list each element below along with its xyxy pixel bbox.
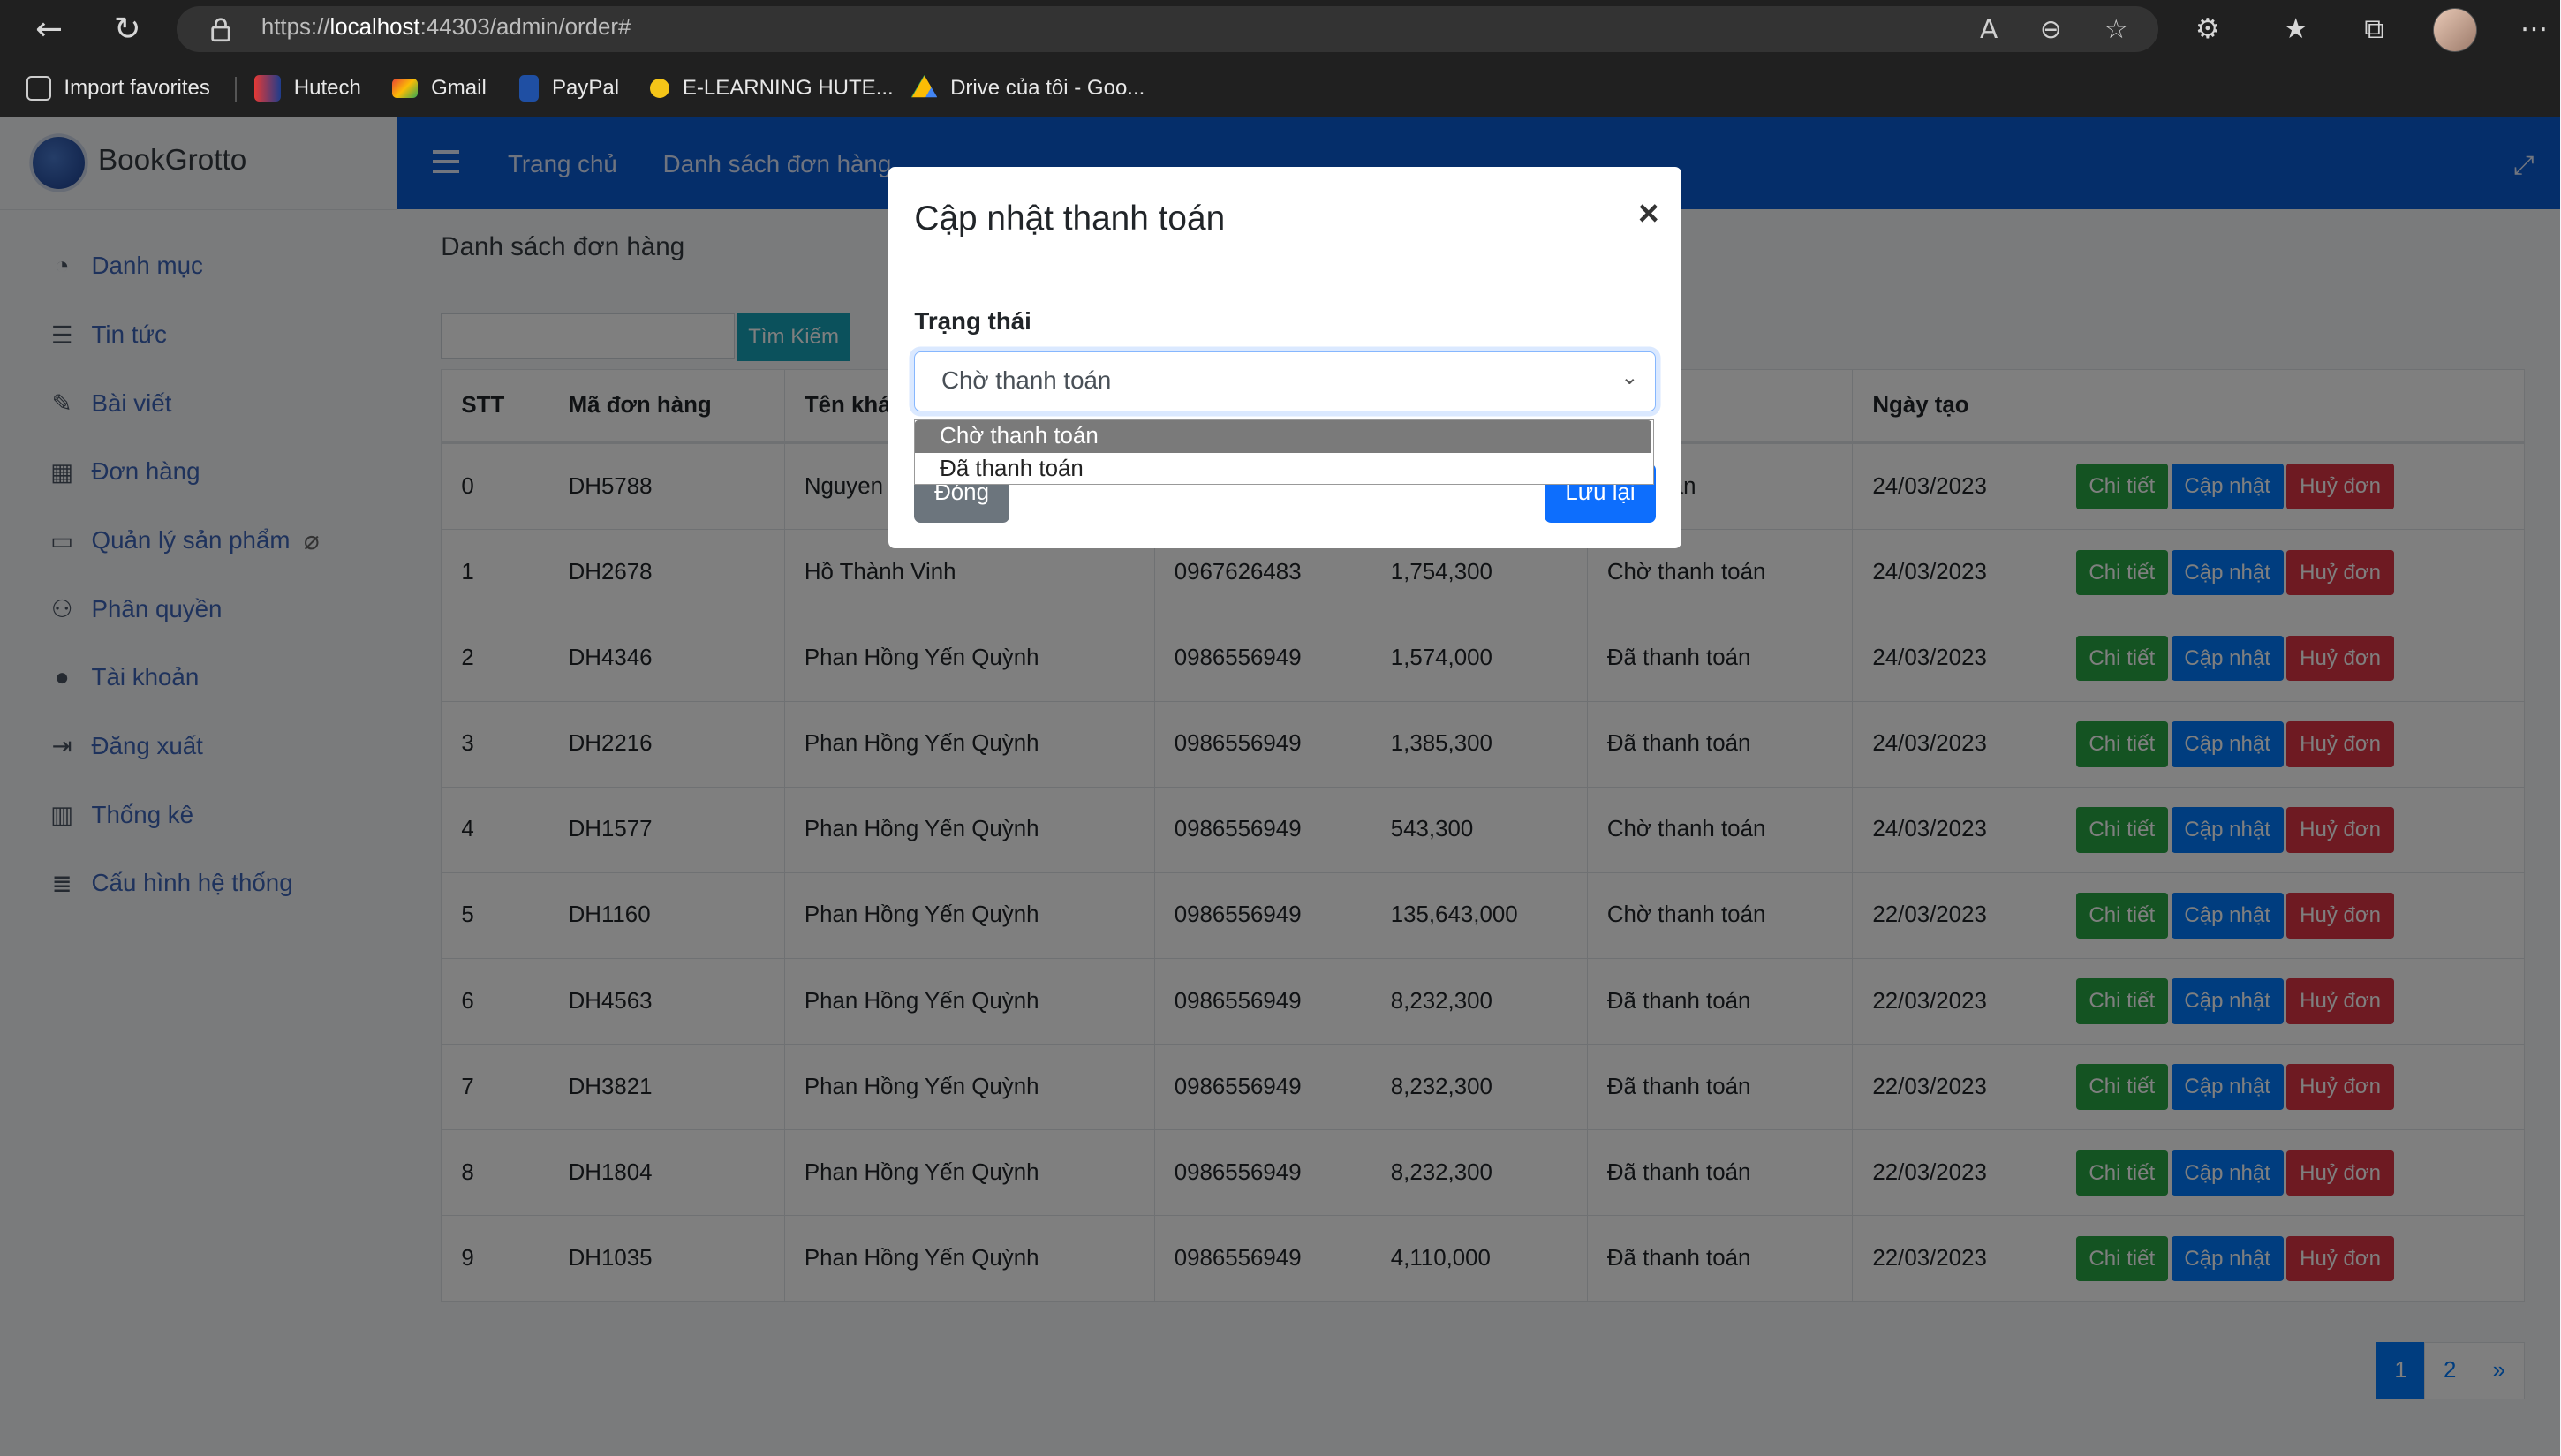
status-select[interactable]: Chờ thanh toán ⌄ (914, 351, 1656, 411)
refresh-icon[interactable]: ↻ (108, 10, 147, 49)
profile-avatar[interactable] (2433, 8, 2478, 53)
bookmarks-bar: Import favorites Hutech Gmail PayPal E-L… (0, 58, 2561, 119)
bookmark-gmail[interactable]: Gmail (391, 73, 487, 102)
elearning-icon (649, 78, 670, 98)
lock-icon (210, 18, 230, 42)
close-icon[interactable]: × (1638, 192, 1659, 234)
bookmark-import-favorites[interactable]: Import favorites (26, 73, 210, 102)
status-option-pending[interactable]: Chờ thanh toán (915, 420, 1652, 454)
status-option-paid[interactable]: Đã thanh toán (915, 453, 1651, 486)
status-select-value: Chờ thanh toán (941, 366, 1112, 395)
address-bar[interactable]: https://localhost:44303/admin/order# A ⊖… (176, 6, 2159, 53)
status-dropdown-list: Chờ thanh toán Đã thanh toán (914, 419, 1655, 486)
bookmark-hutech[interactable]: Hutech (254, 73, 361, 102)
status-label: Trạng thái (914, 306, 1031, 335)
gmail-icon (391, 78, 419, 98)
paypal-icon (518, 75, 540, 102)
more-menu-icon[interactable]: ⋯ (2514, 10, 2553, 49)
chevron-down-icon: ⌄ (1620, 366, 1639, 390)
bookmarks-divider (235, 76, 238, 103)
extensions-icon[interactable]: ⚙ (2188, 10, 2227, 49)
zoom-icon[interactable]: ⊖ (2035, 13, 2067, 46)
back-icon[interactable]: ← (29, 10, 68, 49)
read-aloud-icon[interactable]: A (1973, 13, 2006, 46)
hutech-icon (254, 75, 282, 102)
modal-title: Cập nhật thanh toán (914, 199, 1226, 238)
browser-toolbar: ← ↻ https://localhost:44303/admin/order#… (0, 0, 2561, 59)
drive-icon (910, 75, 938, 98)
favorite-add-icon[interactable]: ☆ (2100, 13, 2133, 46)
url-text: https://localhost:44303/admin/order# (261, 14, 631, 40)
update-payment-modal: Cập nhật thanh toán × Trạng thái Chờ tha… (888, 166, 1682, 549)
bookmark-paypal[interactable]: PayPal (518, 73, 619, 102)
bookmark-elearning[interactable]: E-LEARNING HUTE... (649, 73, 894, 102)
bookmark-drive[interactable]: Drive của tôi - Goo... (910, 73, 1145, 102)
modal-header: Cập nhật thanh toán × (888, 167, 1682, 275)
import-icon (26, 75, 51, 101)
favorites-icon[interactable]: ★ (2277, 10, 2315, 49)
collections-icon[interactable]: ⧉ (2354, 10, 2393, 49)
